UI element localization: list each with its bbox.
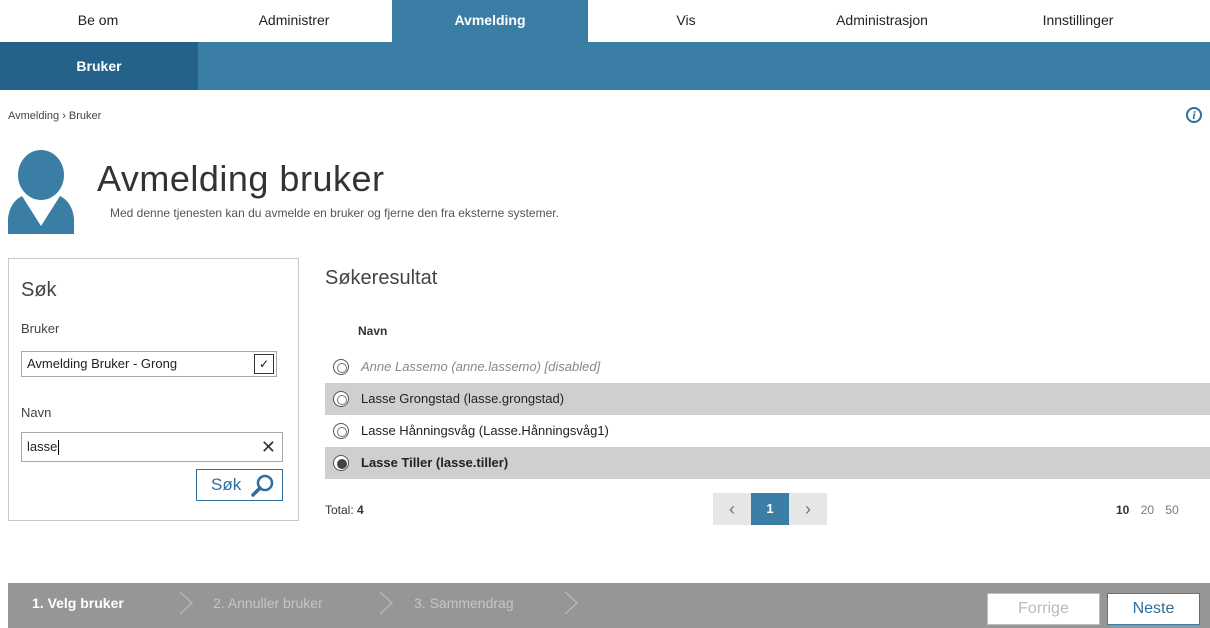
top-nav: Be om Administrer Avmelding Vis Administ… [0, 0, 1210, 42]
wizard-step-2: 2. Annuller bruker [213, 595, 323, 611]
user-avatar-icon [8, 150, 74, 234]
page-number-current[interactable]: 1 [751, 493, 789, 525]
tab-administrer[interactable]: Administrer [196, 0, 392, 42]
name-search-value: lasse [27, 439, 58, 454]
name-search-input[interactable]: lasse ✕ [21, 432, 283, 462]
name-label: Navn [21, 405, 52, 420]
result-row[interactable]: Lasse Grongstad (lasse.grongstad) [325, 383, 1210, 415]
next-button[interactable]: Neste [1107, 593, 1200, 625]
chevron-right-icon [564, 591, 579, 615]
previous-button[interactable]: Forrige [987, 593, 1100, 625]
tab-avmelding[interactable]: Avmelding [392, 0, 588, 42]
chevron-down-icon[interactable]: ✓ [254, 354, 274, 374]
pagination: ‹ 1 › [713, 493, 827, 525]
page-size-selector: 10 20 50 [1116, 503, 1179, 517]
wizard-footer: 1. Velg bruker 2. Annuller bruker 3. Sam… [8, 583, 1210, 628]
search-panel-title: Søk [21, 279, 57, 301]
info-icon[interactable]: i [1186, 107, 1202, 123]
result-row-label: Lasse Hånningsvåg (Lasse.Hånningsvåg1) [361, 423, 609, 438]
text-caret [58, 440, 60, 456]
radio-button [333, 359, 349, 375]
radio-button-selected[interactable] [333, 455, 349, 471]
tab-administrasjon[interactable]: Administrasjon [784, 0, 980, 42]
results-title: Søkeresultat [325, 267, 438, 289]
wizard-step-3: 3. Sammendrag [414, 595, 514, 611]
breadcrumb: Avmelding › Bruker [8, 110, 102, 122]
result-row: Anne Lassemo (anne.lassemo) [disabled] [325, 351, 1210, 383]
chevron-right-icon[interactable]: › [789, 493, 827, 525]
column-header-navn[interactable]: Navn [358, 324, 387, 338]
page-size-option[interactable]: 50 [1165, 503, 1178, 517]
tab-innstillinger[interactable]: Innstillinger [980, 0, 1176, 42]
top-navigation-bar: Be om Administrer Avmelding Vis Administ… [0, 0, 1210, 42]
result-row-selected[interactable]: Lasse Tiller (lasse.tiller) [325, 447, 1210, 479]
radio-button[interactable] [333, 423, 349, 439]
total-value: 4 [357, 503, 364, 517]
page-size-option[interactable]: 20 [1141, 503, 1154, 517]
total-label: Total: [325, 503, 354, 517]
result-row-label: Anne Lassemo (anne.lassemo) [disabled] [361, 359, 601, 374]
page-subtitle: Med denne tjenesten kan du avmelde en br… [110, 206, 559, 220]
result-row-label: Lasse Grongstad (lasse.grongstad) [361, 391, 565, 406]
result-row-label: Lasse Tiller (lasse.tiller) [361, 455, 509, 470]
user-select[interactable]: Avmelding Bruker - Grong ✓ [21, 351, 277, 377]
chevron-right-icon [379, 591, 394, 615]
search-button[interactable]: Søk [196, 469, 283, 501]
user-select-value: Avmelding Bruker - Grong [27, 356, 178, 371]
chevron-right-icon [179, 591, 194, 615]
subtab-bruker[interactable]: Bruker [0, 42, 198, 90]
page-size-option[interactable]: 10 [1116, 503, 1129, 517]
close-icon[interactable]: ✕ [261, 433, 276, 461]
search-panel: Søk Bruker Avmelding Bruker - Grong ✓ Na… [8, 258, 299, 521]
search-button-label: Søk [211, 475, 242, 494]
page-title: Avmelding bruker [97, 158, 385, 199]
chevron-left-icon[interactable]: ‹ [713, 493, 751, 525]
result-row[interactable]: Lasse Hånningsvåg (Lasse.Hånningsvåg1) [325, 415, 1210, 447]
sub-navigation-bar: Bruker [0, 42, 1210, 90]
magnifier-icon [251, 474, 274, 497]
total-count: Total: 4 [325, 503, 364, 517]
tab-be-om[interactable]: Be om [0, 0, 196, 42]
user-label: Bruker [21, 321, 60, 336]
radio-button[interactable] [333, 391, 349, 407]
tab-vis[interactable]: Vis [588, 0, 784, 42]
wizard-step-1: 1. Velg bruker [32, 595, 124, 611]
